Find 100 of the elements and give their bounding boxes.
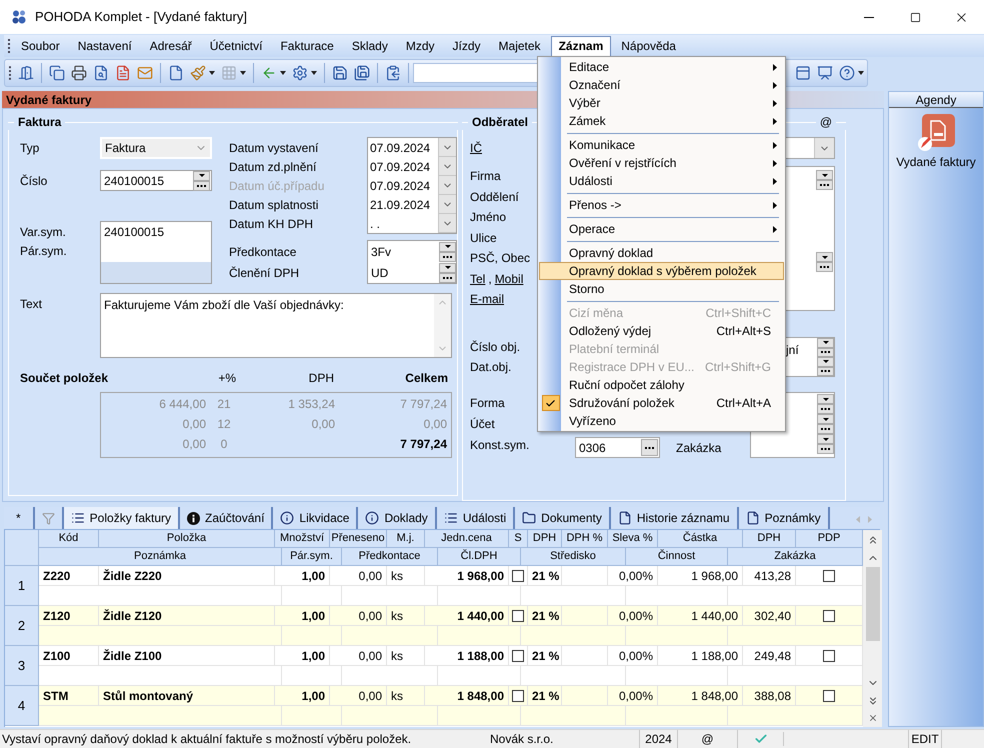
- exit-door-icon[interactable]: [18, 65, 34, 81]
- menu-bar-item[interactable]: Záznam: [550, 36, 612, 56]
- toolbar-button[interactable]: [190, 65, 215, 81]
- date-field[interactable]: 07.09.2024: [368, 138, 456, 157]
- dropdown-button[interactable]: [439, 262, 456, 272]
- menu-bar-item[interactable]: Sklady: [344, 36, 396, 56]
- menu-bar-item[interactable]: Nápověda: [613, 36, 684, 56]
- column-header[interactable]: Přeneseno: [330, 530, 387, 548]
- field-link[interactable]: Mobil: [494, 270, 524, 288]
- menu-item[interactable]: Vyřízeno: [539, 412, 784, 430]
- input-field[interactable]: UD: [368, 262, 456, 283]
- menu-bar-item[interactable]: Účetnictví: [202, 36, 270, 56]
- checkbox[interactable]: [512, 650, 524, 662]
- more-button[interactable]: [816, 180, 833, 190]
- column-header[interactable]: Množství: [275, 530, 330, 548]
- field-link[interactable]: Tel: [470, 270, 486, 288]
- agenda-panel-header[interactable]: Agendy: [889, 92, 983, 108]
- dropdown-button[interactable]: [439, 242, 456, 252]
- menu-item[interactable]: Odložený výdej Ctrl+Alt+S: [539, 322, 784, 340]
- input-field[interactable]: 0306: [575, 437, 660, 458]
- checkbox[interactable]: [512, 690, 524, 702]
- tab[interactable]: Položky faktury: [64, 507, 180, 529]
- menu-item[interactable]: Události: [539, 172, 784, 190]
- column-header[interactable]: DPH: [528, 530, 562, 548]
- caret-icon[interactable]: [280, 71, 286, 75]
- menu-bar-item[interactable]: Jízdy: [444, 36, 489, 56]
- field-link[interactable]: E-mail: [470, 290, 504, 308]
- dropdown-button[interactable]: [817, 434, 834, 444]
- menu-item[interactable]: Přenos ->: [539, 196, 784, 214]
- dropdown-button[interactable]: [817, 338, 834, 348]
- caret-icon[interactable]: [858, 71, 864, 75]
- caret-icon[interactable]: [208, 71, 215, 75]
- column-header[interactable]: Sleva %: [608, 530, 658, 548]
- caret-icon[interactable]: [310, 71, 317, 75]
- help-icon[interactable]: [839, 65, 856, 81]
- clipboard-icon[interactable]: [384, 65, 401, 81]
- checkbox[interactable]: [823, 690, 835, 702]
- menu-bar-item[interactable]: Nastavení: [70, 36, 140, 56]
- copy-icon[interactable]: [48, 65, 65, 81]
- save-icon[interactable]: [332, 65, 348, 81]
- more-button[interactable]: [193, 180, 210, 190]
- column-header[interactable]: Částka: [658, 530, 743, 548]
- checkbox[interactable]: [512, 570, 524, 582]
- print-preview-icon[interactable]: [92, 65, 109, 81]
- date-field[interactable]: 21.09.2024: [368, 195, 456, 214]
- menu-item[interactable]: Operace: [539, 220, 784, 238]
- cross-icon[interactable]: [868, 713, 878, 723]
- dropdown-button[interactable]: [816, 170, 833, 180]
- menu-bar-item[interactable]: Mzdy: [398, 36, 443, 56]
- menu-bar-item[interactable]: Fakturace: [272, 36, 342, 56]
- column-header[interactable]: Kód: [39, 530, 99, 548]
- save-all-icon[interactable]: [354, 65, 370, 81]
- column-header[interactable]: M.j.: [387, 530, 425, 548]
- printer-icon[interactable]: [70, 65, 87, 81]
- input-field[interactable]: 240100015: [100, 170, 212, 191]
- dropdown-button[interactable]: [817, 394, 834, 404]
- menu-item[interactable]: Komunikace: [539, 136, 784, 154]
- menu-bar-item[interactable]: Majetek: [490, 36, 549, 56]
- field-link[interactable]: IČ: [470, 139, 482, 157]
- dropdown-button[interactable]: [816, 252, 833, 262]
- column-header[interactable]: S: [509, 530, 528, 548]
- menu-item[interactable]: Označení: [539, 76, 784, 94]
- column-header[interactable]: DPH: [743, 530, 796, 548]
- more-button[interactable]: [439, 272, 456, 282]
- checkbox[interactable]: [823, 570, 835, 582]
- menu-bar-item[interactable]: Soubor: [13, 36, 68, 56]
- menu-item[interactable]: Ověření v rejstřících: [539, 154, 784, 172]
- column-header[interactable]: Jedn.cena: [425, 530, 509, 548]
- menu-bar-item[interactable]: Adresář: [142, 36, 200, 56]
- new-document-icon[interactable]: [168, 65, 184, 81]
- agenda-item[interactable]: Vydané faktury: [896, 114, 976, 171]
- more-button[interactable]: [816, 262, 833, 272]
- dropdown-button[interactable]: [193, 170, 210, 180]
- menu-item[interactable]: Ruční odpočet zálohy: [539, 376, 784, 394]
- dropdown-button[interactable]: [817, 357, 834, 366]
- toolbar-button[interactable]: [839, 65, 864, 81]
- more-button[interactable]: [817, 424, 834, 434]
- presentation-icon[interactable]: [817, 65, 834, 81]
- menu-item[interactable]: Opravný doklad s výběrem položek: [539, 262, 784, 280]
- input-field[interactable]: 240100015: [100, 221, 212, 284]
- date-field[interactable]: 07.09.2024: [368, 157, 456, 176]
- menu-item[interactable]: Storno: [539, 280, 784, 298]
- window-icon[interactable]: [795, 65, 812, 81]
- menu-item[interactable]: Editace: [539, 58, 784, 76]
- menu-item[interactable]: Zámek: [539, 112, 784, 130]
- pdf-icon[interactable]: [114, 65, 131, 81]
- column-header[interactable]: DPH %: [562, 530, 608, 548]
- checkbox[interactable]: [823, 650, 835, 662]
- input-field[interactable]: 3Fv: [368, 241, 456, 262]
- column-header[interactable]: Položka: [99, 530, 275, 548]
- more-button[interactable]: [641, 439, 658, 456]
- more-button[interactable]: [817, 444, 834, 454]
- scrollbar-thumb[interactable]: [866, 567, 880, 641]
- more-button[interactable]: [439, 252, 456, 262]
- dropdown-button[interactable]: [817, 414, 834, 424]
- menu-item[interactable]: Opravný doklad: [539, 244, 784, 262]
- date-field[interactable]: . .: [368, 214, 456, 233]
- checkbox[interactable]: [823, 610, 835, 622]
- gear-icon[interactable]: [292, 65, 308, 81]
- more-button[interactable]: [817, 404, 834, 414]
